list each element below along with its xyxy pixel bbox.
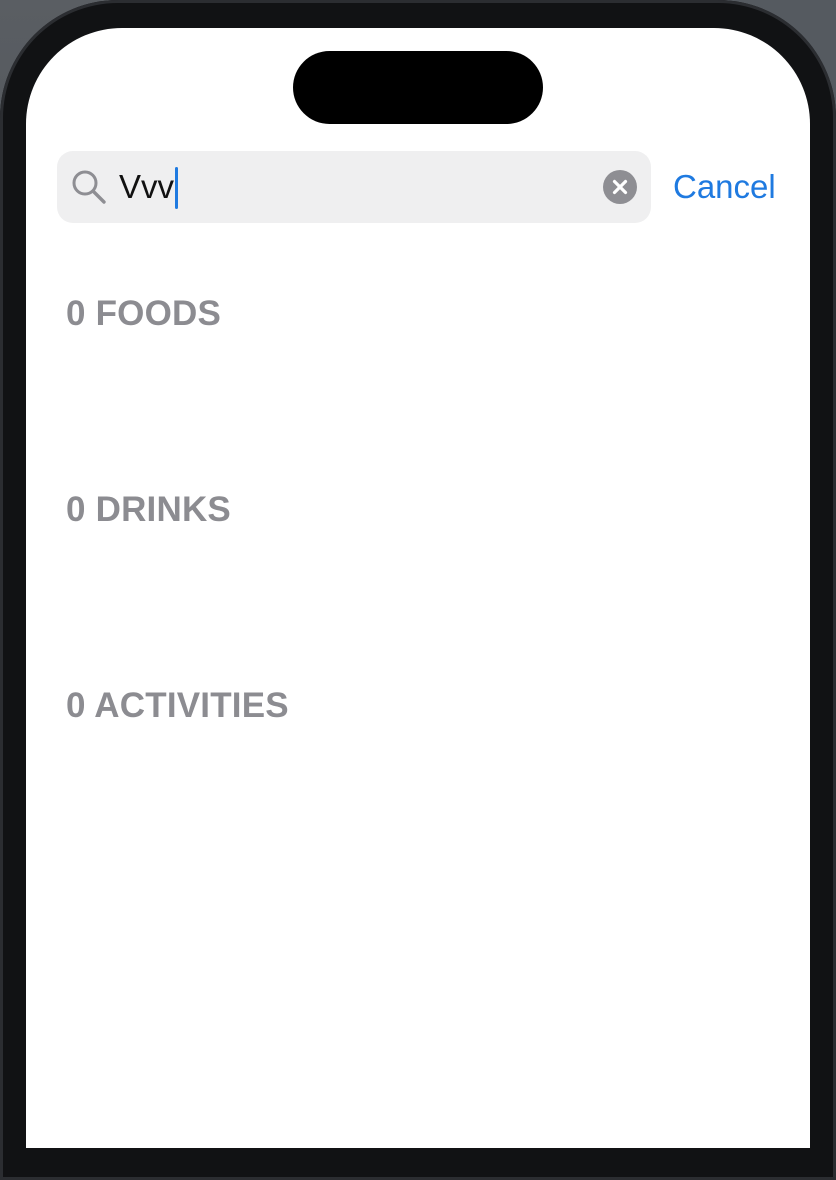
section-header-activities: 0 ACTIVITIES bbox=[66, 686, 289, 725]
xmark-circle-icon bbox=[612, 179, 628, 195]
section-header-drinks: 0 DRINKS bbox=[66, 490, 231, 529]
search-input[interactable] bbox=[119, 162, 589, 212]
phone-frame: Cancel 0 FOODS 0 DRINKS 0 ACTIVITIES bbox=[0, 0, 836, 1180]
dynamic-island bbox=[293, 51, 543, 124]
section-header-foods: 0 FOODS bbox=[66, 294, 222, 333]
cancel-button[interactable]: Cancel bbox=[673, 165, 776, 209]
search-field[interactable] bbox=[57, 151, 651, 223]
text-caret bbox=[175, 167, 178, 209]
phone-screen: Cancel 0 FOODS 0 DRINKS 0 ACTIVITIES bbox=[26, 28, 810, 1148]
clear-search-button[interactable] bbox=[603, 170, 637, 204]
search-bar: Cancel bbox=[57, 151, 787, 223]
search-icon bbox=[71, 169, 107, 205]
